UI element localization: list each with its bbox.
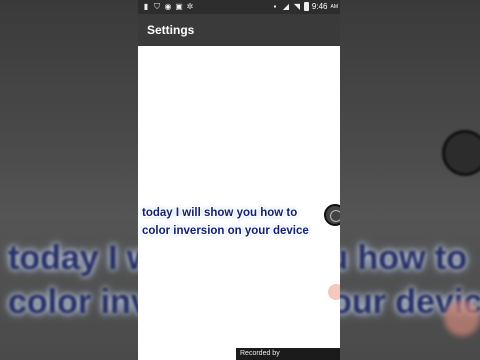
- status-right-icons: ▪ ◢ ◥ 9:46 AM: [271, 2, 338, 11]
- page-title: Settings: [147, 23, 195, 37]
- background-record-circle: [442, 130, 480, 176]
- shield-icon: ⛉: [154, 2, 160, 11]
- battery-icon: [303, 2, 309, 11]
- recorder-label: Recorded by: [240, 350, 280, 357]
- status-time: 9:46: [311, 2, 328, 11]
- status-bar: ▮ ⛉ ◉ ▣ ✲ ▪ ◢ ◥ 9:46 AM: [138, 0, 340, 14]
- notification-icon: ▪: [273, 2, 277, 11]
- wifi-icon: ◥: [293, 2, 300, 11]
- status-left-icons: ▮ ⛉ ◉ ▣ ✲: [142, 2, 194, 11]
- settings-icon: ✲: [186, 2, 194, 11]
- recorder-watermark: Recorded by: [236, 348, 340, 360]
- app-bar: Settings: [138, 14, 340, 46]
- video-caption: today I will show you how to color inver…: [142, 204, 340, 240]
- sim-icon: ▮: [143, 2, 149, 11]
- touch-indicator: [328, 284, 340, 300]
- video-caption-line2: color inversion on your device: [142, 225, 309, 237]
- status-time-suffix: AM: [330, 3, 339, 10]
- floating-record-button[interactable]: [324, 204, 340, 226]
- phone-screen: ▮ ⛉ ◉ ▣ ✲ ▪ ◢ ◥ 9:46 AM Settings today I…: [138, 0, 340, 360]
- background-pink-blob: [444, 300, 480, 336]
- signal-icon: ◢: [282, 2, 289, 11]
- settings-content: today I will show you how to color inver…: [138, 46, 340, 360]
- messenger-icon: ◉: [164, 2, 172, 11]
- video-caption-line1: today I will show you how to: [142, 207, 298, 219]
- gallery-icon: ▣: [175, 2, 183, 11]
